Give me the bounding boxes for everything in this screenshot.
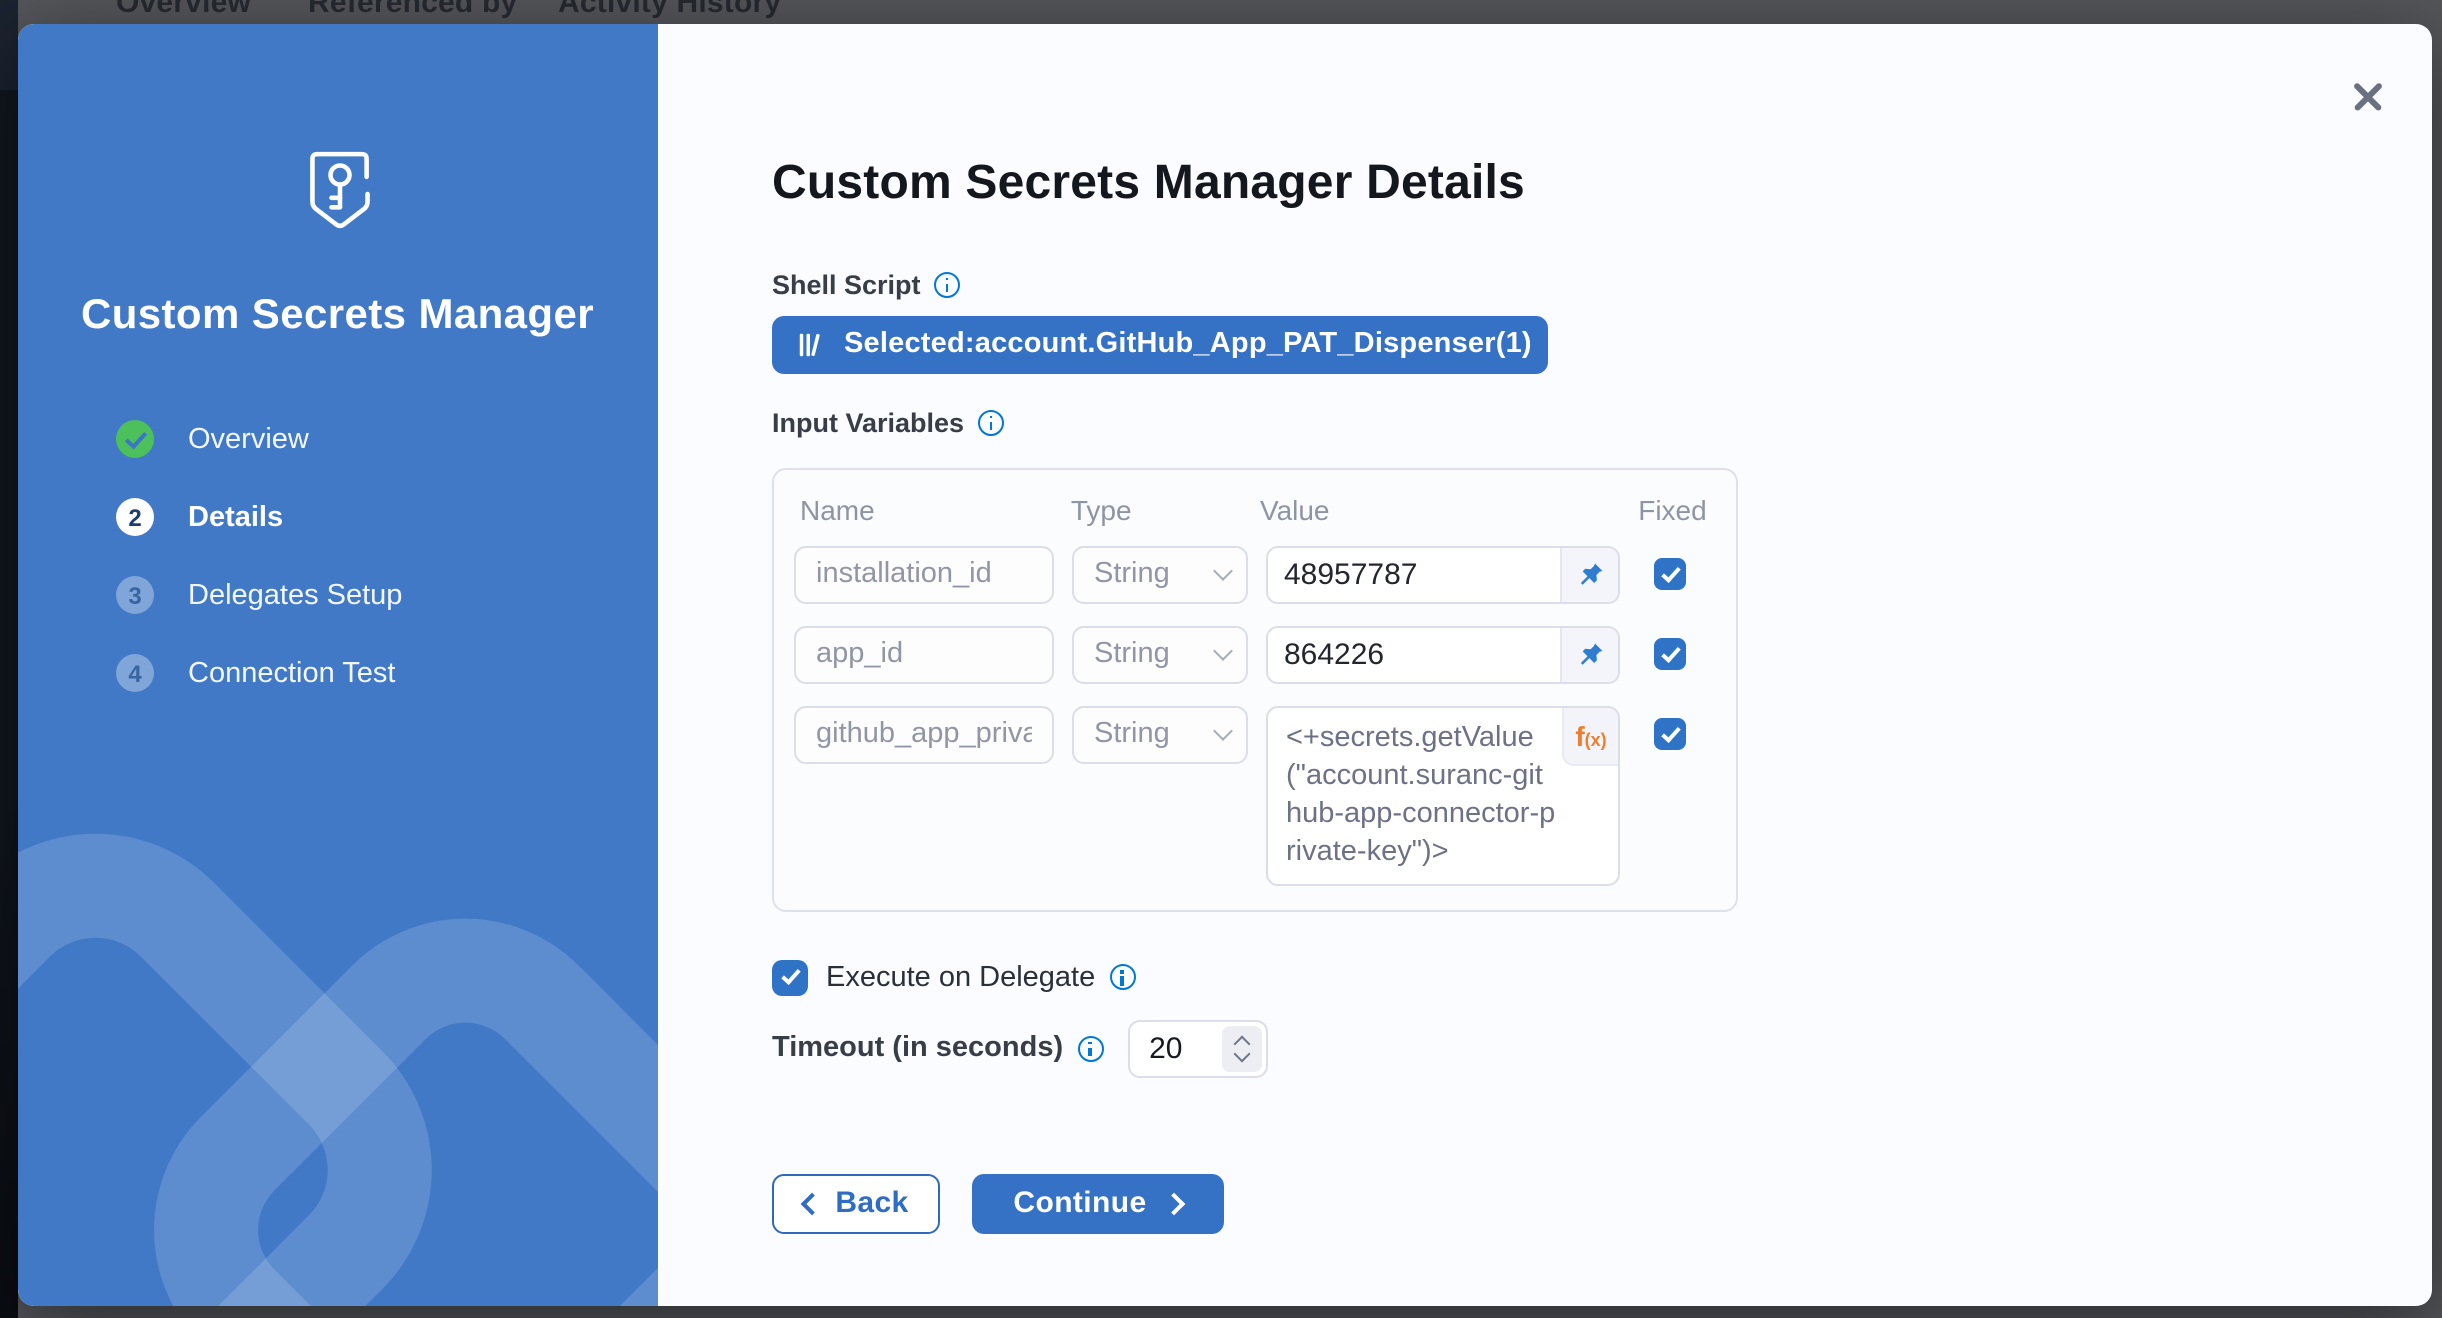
timeout-label: Timeout (in seconds) — [772, 1032, 1063, 1064]
background-side-nav — [0, 0, 18, 1318]
variable-value-input[interactable] — [1268, 627, 1560, 681]
column-header-value: Value — [1260, 493, 1604, 525]
shell-script-label: Shell Script — [772, 269, 961, 299]
variable-type-select[interactable]: String — [1072, 705, 1248, 763]
info-icon[interactable] — [978, 409, 1004, 435]
table-header: Name Type Value Fixed — [800, 493, 1716, 525]
info-icon[interactable] — [1109, 964, 1135, 990]
tab-referenced-by: Referenced by — [308, 0, 517, 20]
page-title: Custom Secrets Manager Details — [772, 155, 1525, 211]
type-select-value: String — [1094, 718, 1170, 750]
timeout-input[interactable] — [1133, 1031, 1221, 1065]
variable-name-input[interactable] — [794, 625, 1054, 683]
info-icon[interactable] — [935, 271, 961, 297]
harness-logo-watermark — [18, 825, 657, 1305]
column-header-name: Name — [800, 493, 1053, 525]
step-label: Delegates Setup — [188, 579, 402, 611]
fx-f: f — [1575, 719, 1584, 751]
custom-secrets-manager-dialog: Custom Secrets Manager Overview 2 Detail… — [18, 23, 2431, 1305]
tab-overview: Overview — [116, 0, 251, 20]
expression-fx-icon[interactable]: f(x) — [1562, 707, 1618, 765]
chevron-right-icon — [1163, 1192, 1186, 1215]
step-connection-test[interactable]: 4 Connection Test — [116, 653, 402, 693]
execute-on-delegate-checkbox[interactable] — [772, 959, 808, 995]
variable-value-group — [1266, 625, 1620, 683]
step-number: 2 — [116, 498, 154, 536]
chevron-down-icon — [1213, 560, 1233, 580]
step-number: 4 — [116, 654, 154, 692]
chevron-down-icon — [1213, 640, 1233, 660]
pin-fixed-value-icon[interactable] — [1560, 547, 1618, 601]
execute-on-delegate-label: Execute on Delegate — [826, 961, 1095, 993]
input-variables-label-text: Input Variables — [772, 407, 964, 437]
wizard-sidebar: Custom Secrets Manager Overview 2 Detail… — [18, 23, 657, 1305]
wizard-steps: Overview 2 Details 3 Delegates Setup 4 C… — [116, 419, 402, 731]
column-header-fixed: Fixed — [1638, 493, 1716, 525]
fixed-checkbox[interactable] — [1654, 718, 1686, 750]
type-select-value: String — [1094, 638, 1170, 670]
template-library-icon — [796, 329, 826, 359]
back-button-label: Back — [835, 1186, 908, 1220]
number-stepper[interactable] — [1221, 1025, 1261, 1071]
step-details[interactable]: 2 Details — [116, 497, 402, 537]
variable-type-select[interactable]: String — [1072, 625, 1248, 683]
type-select-value: String — [1094, 558, 1170, 590]
step-done-icon — [116, 420, 154, 458]
column-header-type: Type — [1071, 493, 1242, 525]
variable-value-group — [1266, 545, 1620, 603]
variable-type-select[interactable]: String — [1072, 545, 1248, 603]
step-label: Connection Test — [188, 657, 395, 689]
table-row: String — [794, 625, 1716, 683]
timeout-input-box — [1127, 1019, 1267, 1077]
shell-script-selected-button[interactable]: Selected:account.GitHub_App_PAT_Dispense… — [772, 315, 1548, 373]
chevron-left-icon — [800, 1192, 823, 1215]
pin-fixed-value-icon[interactable] — [1560, 627, 1618, 681]
secrets-manager-shield-key-icon — [302, 147, 378, 239]
tab-activity-history: Activity History — [558, 0, 781, 20]
continue-button[interactable]: Continue — [972, 1173, 1224, 1233]
variable-value-group: <+secrets.getValue("account.suranc-githu… — [1266, 705, 1620, 885]
info-icon[interactable] — [1077, 1035, 1103, 1061]
input-variables-label: Input Variables — [772, 407, 1004, 437]
close-icon[interactable] — [2347, 75, 2387, 115]
shell-script-selected-text: Selected:account.GitHub_App_PAT_Dispense… — [844, 328, 1532, 360]
fixed-checkbox[interactable] — [1654, 558, 1686, 590]
variable-name-input[interactable] — [794, 545, 1054, 603]
table-row: String <+secrets.getValue("account.suran… — [794, 705, 1716, 885]
step-delegates-setup[interactable]: 3 Delegates Setup — [116, 575, 402, 615]
step-label: Details — [188, 501, 283, 533]
chevron-down-icon — [1213, 720, 1233, 740]
wizard-actions: Back Continue — [772, 1173, 1224, 1233]
variable-name-input[interactable] — [794, 705, 1054, 763]
wizard-title: Custom Secrets Manager — [18, 291, 657, 339]
shell-script-label-text: Shell Script — [772, 269, 921, 299]
variable-value-input[interactable] — [1268, 547, 1560, 601]
step-number: 3 — [116, 576, 154, 614]
details-step-content: Custom Secrets Manager Details Shell Scr… — [657, 23, 2431, 1305]
background-tab-bar: Overview Referenced by Activity History — [18, 0, 2442, 24]
screen: Overview Referenced by Activity History — [0, 0, 2442, 1318]
step-label: Overview — [188, 423, 309, 455]
step-overview[interactable]: Overview — [116, 419, 402, 459]
fixed-checkbox[interactable] — [1654, 638, 1686, 670]
execute-on-delegate-row: Execute on Delegate — [772, 959, 1135, 995]
table-row: String — [794, 545, 1716, 603]
continue-button-label: Continue — [1013, 1186, 1146, 1220]
fx-sub: (x) — [1585, 729, 1607, 749]
back-button[interactable]: Back — [772, 1173, 940, 1233]
input-variables-table: Name Type Value Fixed String — [772, 467, 1738, 911]
timeout-row: Timeout (in seconds) — [772, 1019, 1267, 1077]
